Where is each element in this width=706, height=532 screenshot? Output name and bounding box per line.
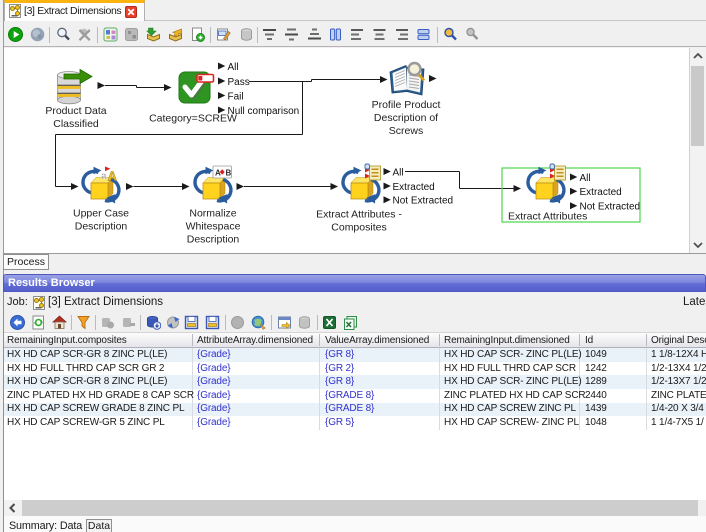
svg-text:Description: Description [187,234,240,246]
svg-text:All: All [580,173,591,184]
svg-text:Product Data: Product Data [45,105,106,117]
svg-text:Extract Attributes -: Extract Attributes - [316,209,402,221]
svg-text:Screws: Screws [389,125,423,137]
svg-text:Category=SCREW: Category=SCREW [149,113,237,125]
svg-text:Null comparison: Null comparison [228,106,300,117]
svg-text:A: A [215,168,221,177]
svg-text:A: A [108,169,118,184]
svg-text:Classified: Classified [53,118,99,130]
svg-text:Extract Attributes: Extract Attributes [508,211,587,223]
svg-text:All: All [393,167,404,178]
svg-text:B: B [226,168,232,177]
svg-text:a: a [101,171,107,182]
svg-text:Profile Product: Profile Product [372,99,441,111]
svg-text:Pass: Pass [228,77,250,88]
svg-text:Description: Description [75,221,128,233]
svg-text:All: All [228,62,239,73]
svg-text:Extracted: Extracted [580,187,622,198]
svg-text:Upper Case: Upper Case [73,208,129,220]
svg-text:Fail: Fail [228,91,244,102]
svg-text:Normalize: Normalize [189,208,236,220]
svg-text:Whitespace: Whitespace [186,221,241,233]
svg-text:Not Extracted: Not Extracted [393,196,454,207]
svg-text:Not Extracted: Not Extracted [580,202,641,213]
svg-text:Composites: Composites [331,222,386,234]
svg-text:Extracted: Extracted [393,182,435,193]
svg-text:Description of: Description of [374,112,438,124]
